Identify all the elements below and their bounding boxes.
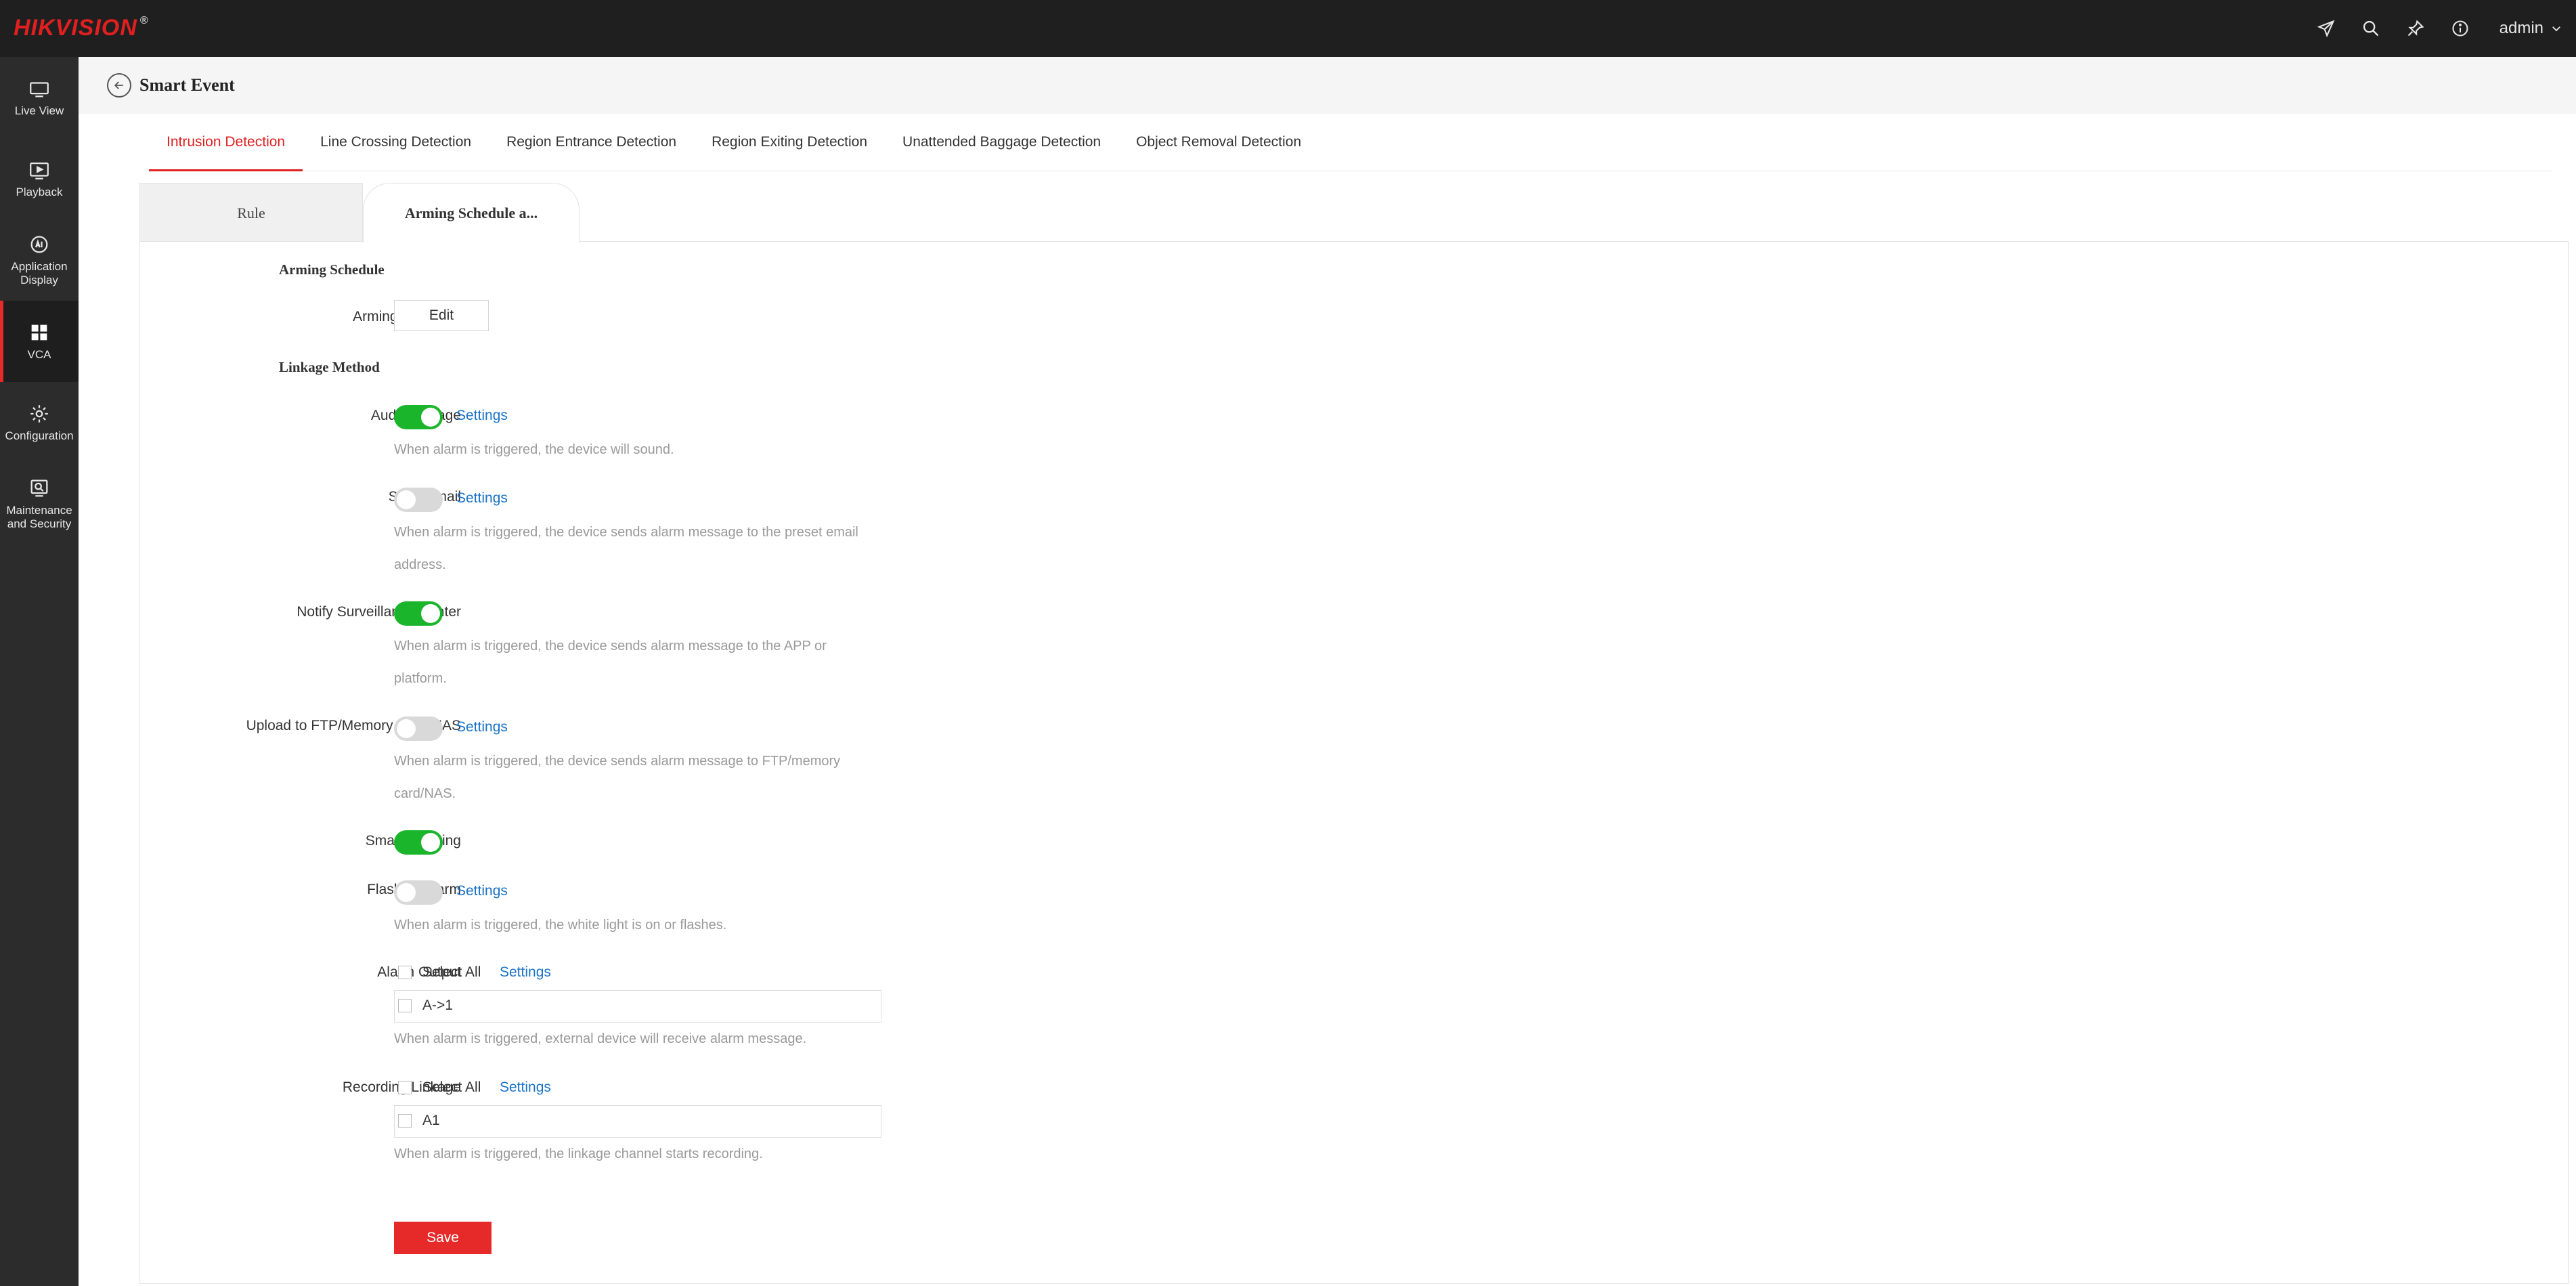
recording-linkage-hint: When alarm is triggered, the linkage cha… <box>394 1146 763 1161</box>
sidebar-item-label: Application Display <box>11 260 68 286</box>
alarm-output-hint: When alarm is triggered, external device… <box>394 1031 807 1046</box>
tab-line-crossing-detection[interactable]: Line Crossing Detection <box>303 114 489 171</box>
sub-tabs: Rule Arming Schedule a... <box>139 183 681 243</box>
arrow-left-icon <box>114 81 123 89</box>
send-email-hint: When alarm is triggered, the device send… <box>394 525 858 572</box>
sidebar: Live View Playback Application Display V… <box>0 57 79 1286</box>
sidebar-item-configuration[interactable]: Configuration <box>0 382 79 463</box>
recording-item-label: A1 <box>422 1113 440 1128</box>
grid-icon <box>31 324 47 341</box>
toggle-knob <box>397 490 416 509</box>
event-tabs: Intrusion Detection Line Crossing Detect… <box>149 114 2552 171</box>
monitor-icon <box>30 82 49 98</box>
playback-icon <box>30 162 49 179</box>
recording-channel-list <box>394 1105 881 1138</box>
audio-linkage-hint: When alarm is triggered, the device will… <box>394 442 674 457</box>
smart-tracking-toggle[interactable] <box>394 830 443 855</box>
edit-schedule-button[interactable]: Edit <box>394 300 489 331</box>
user-menu[interactable]: admin <box>2499 19 2562 38</box>
recording-item-checkbox[interactable] <box>398 1114 412 1128</box>
tab-region-exiting-detection[interactable]: Region Exiting Detection <box>694 114 885 171</box>
page-header: Smart Event <box>79 57 2576 114</box>
alarm-output-list <box>394 990 881 1023</box>
section-arming-schedule: Arming Schedule <box>279 261 385 278</box>
notify-center-toggle[interactable] <box>394 601 443 626</box>
info-icon[interactable] <box>2449 18 2471 39</box>
notify-center-hint: When alarm is triggered, the device send… <box>394 639 827 686</box>
send-email-toggle[interactable] <box>394 488 443 512</box>
brand-mark: ® <box>139 15 149 26</box>
user-name: admin <box>2499 19 2544 37</box>
alarm-output-item-label: A->1 <box>422 998 453 1013</box>
send-icon[interactable] <box>2315 18 2337 39</box>
sidebar-item-label: Playback <box>16 186 63 198</box>
subtab-rule[interactable]: Rule <box>139 183 363 242</box>
sidebar-item-playback[interactable]: Playback <box>0 138 79 219</box>
sidebar-item-maintenance[interactable]: Maintenance and Security <box>0 463 79 544</box>
ftp-upload-toggle[interactable] <box>394 716 443 741</box>
toggle-knob <box>397 883 416 902</box>
chevron-down-icon <box>2552 26 2560 32</box>
tab-intrusion-detection[interactable]: Intrusion Detection <box>149 114 303 171</box>
alarm-output-settings-link[interactable]: Settings <box>500 964 551 981</box>
alarm-output-select-all-label: Select All <box>422 964 481 980</box>
recording-select-all-checkbox[interactable] <box>398 1081 412 1094</box>
flashing-alarm-toggle[interactable] <box>394 880 443 905</box>
section-linkage-method: Linkage Method <box>279 359 380 375</box>
sidebar-item-live-view[interactable]: Live View <box>0 57 79 138</box>
main-area: Smart Event Intrusion Detection Line Cro… <box>79 57 2576 1286</box>
search-icon[interactable] <box>2360 18 2382 39</box>
sidebar-item-vca[interactable]: VCA <box>0 301 79 382</box>
sidebar-item-label: VCA <box>27 348 51 361</box>
gear-icon <box>30 405 48 423</box>
toggle-knob <box>421 408 440 427</box>
recording-select-all-label: Select All <box>422 1079 481 1095</box>
maintenance-icon <box>30 479 48 497</box>
top-icons: admin <box>2315 0 2562 57</box>
subtab-arming-schedule[interactable]: Arming Schedule a... <box>363 183 580 243</box>
sidebar-item-label: Maintenance and Security <box>6 504 72 530</box>
toggle-knob <box>397 719 416 738</box>
ftp-settings-link[interactable]: Settings <box>456 719 508 735</box>
ai-icon <box>30 236 48 253</box>
alarm-output-item-checkbox[interactable] <box>398 999 412 1012</box>
alarm-output-select-all-checkbox[interactable] <box>398 966 412 979</box>
email-settings-link[interactable]: Settings <box>456 490 508 507</box>
tab-region-entrance-detection[interactable]: Region Entrance Detection <box>489 114 694 171</box>
back-button[interactable] <box>107 73 131 98</box>
flashing-alarm-hint: When alarm is triggered, the white light… <box>394 918 727 933</box>
brand-name: HIKVISION <box>14 15 137 41</box>
page-title: Smart Event <box>139 75 235 95</box>
ftp-upload-hint: When alarm is triggered, the device send… <box>394 754 841 801</box>
sidebar-item-label: Configuration <box>5 429 74 442</box>
brand-logo: HIKVISION ® <box>14 15 149 41</box>
top-bar: HIKVISION ® admin <box>0 0 2576 57</box>
audio-settings-link[interactable]: Settings <box>456 408 508 424</box>
toggle-knob <box>421 833 440 852</box>
tab-unattended-baggage-detection[interactable]: Unattended Baggage Detection <box>885 114 1118 171</box>
audio-linkage-toggle[interactable] <box>394 405 443 429</box>
tab-object-removal-detection[interactable]: Object Removal Detection <box>1118 114 1319 171</box>
save-button[interactable]: Save <box>394 1222 492 1254</box>
pin-icon[interactable] <box>2405 18 2426 39</box>
flash-settings-link[interactable]: Settings <box>456 883 508 899</box>
recording-settings-link[interactable]: Settings <box>500 1079 551 1096</box>
toggle-knob <box>421 604 440 623</box>
sidebar-item-application-display[interactable]: Application Display <box>0 219 79 301</box>
sidebar-item-label: Live View <box>14 104 64 117</box>
